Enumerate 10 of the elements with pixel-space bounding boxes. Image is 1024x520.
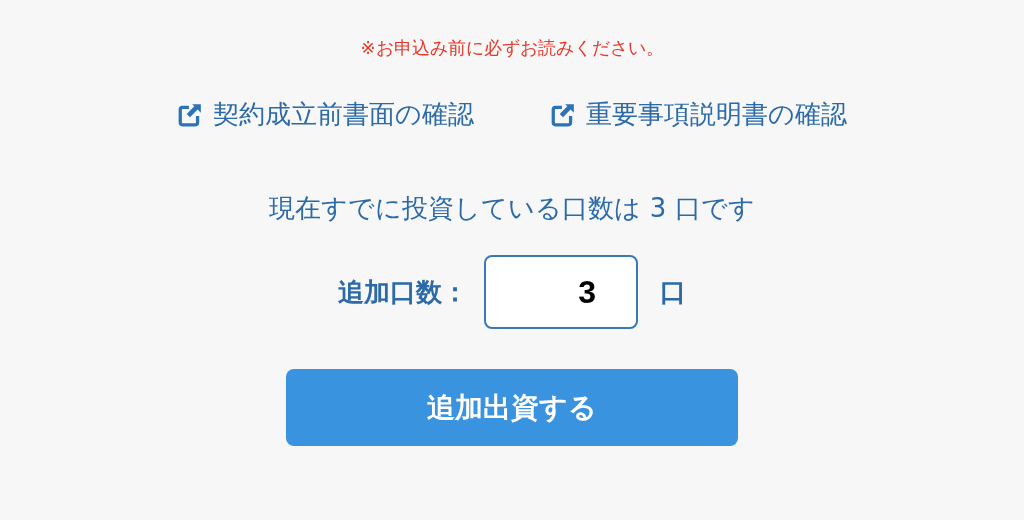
- submit-button[interactable]: 追加出資する: [286, 369, 738, 446]
- unit-label: 口: [660, 275, 686, 309]
- external-link-icon: [177, 101, 203, 128]
- status-text: 現在すでに投資している口数は 3 口です: [269, 192, 755, 225]
- units-input[interactable]: 3: [484, 255, 638, 329]
- notice-text: ※お申込み前に必ずお読みください。: [360, 36, 664, 60]
- document-link[interactable]: 重要事項説明書の確認: [550, 97, 847, 132]
- units-label: 追加口数：: [338, 275, 468, 309]
- external-link-icon: [550, 101, 576, 128]
- document-link[interactable]: 契約成立前書面の確認: [177, 97, 474, 132]
